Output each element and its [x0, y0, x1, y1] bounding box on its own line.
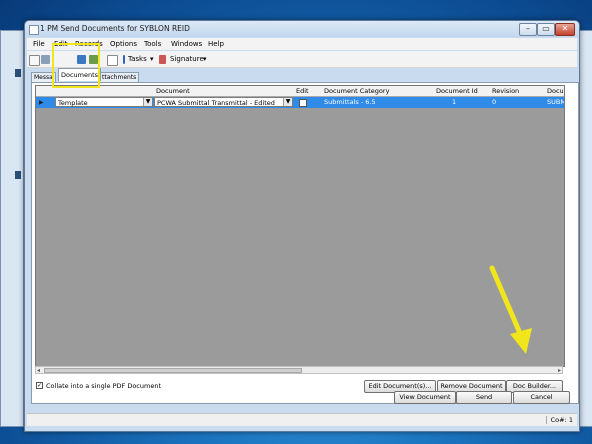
title-bar[interactable]: 1 PM Send Documents for SYBLON REID – ▭ …	[25, 21, 579, 37]
scroll-left-icon[interactable]: ◂	[37, 367, 40, 374]
template-value: Template	[58, 99, 88, 107]
column-header-document-id[interactable]: Document Id	[436, 87, 478, 95]
table-row[interactable]: ▶ Template ▼ PCWA Submittal Transmittal …	[36, 97, 564, 108]
annotation-arrow	[489, 265, 532, 354]
row-indicator-icon: ▶	[39, 99, 44, 106]
app-icon	[29, 25, 39, 35]
tasks-icon	[123, 55, 125, 64]
company-number: Co#: 1	[545, 416, 573, 424]
column-header-edit[interactable]: Edit	[296, 87, 309, 95]
new-document-icon[interactable]	[29, 55, 40, 66]
tab-attachments[interactable]: ttachments	[99, 72, 140, 82]
status-bar: Co#: 1	[27, 413, 577, 426]
document-select[interactable]: PCWA Submittal Transmittal - Edited ▼	[154, 97, 293, 107]
revision-cell: 0	[492, 98, 497, 106]
send-button[interactable]: Send	[456, 391, 512, 404]
column-header-docu[interactable]: Docu	[547, 87, 564, 95]
tasks-menu[interactable]: Tasks	[128, 55, 147, 63]
menu-tools[interactable]: Tools	[144, 40, 161, 48]
scroll-right-icon[interactable]: ▸	[558, 367, 561, 374]
signature-icon	[159, 55, 166, 64]
menu-bar: File Edit Records Options Tools Windows …	[27, 38, 577, 50]
signature-menu[interactable]: Signature	[170, 55, 204, 63]
minimize-button[interactable]: –	[519, 23, 537, 36]
maximize-button[interactable]: ▭	[537, 23, 555, 36]
chevron-down-icon[interactable]: ▼	[143, 98, 152, 106]
menu-file[interactable]: File	[33, 40, 45, 48]
scrollbar-thumb[interactable]	[44, 368, 302, 373]
page-icon[interactable]	[107, 55, 118, 66]
open-icon[interactable]	[41, 55, 50, 64]
docu-cell: SUBMI	[547, 98, 564, 106]
column-header-document[interactable]: Document	[156, 87, 190, 95]
background-window-mark	[15, 69, 21, 77]
column-header-revision[interactable]: Revision	[492, 87, 519, 95]
column-header-document-category[interactable]: Document Category	[324, 87, 389, 95]
menu-help[interactable]: Help	[208, 40, 224, 48]
close-button[interactable]: ✕	[555, 23, 575, 36]
annotation-highlight-box	[52, 43, 100, 88]
signature-dropdown-arrow[interactable]: ▾	[203, 55, 207, 63]
chevron-down-icon[interactable]: ▼	[283, 98, 292, 106]
background-window-left	[0, 30, 24, 427]
cancel-button[interactable]: Cancel	[513, 391, 570, 404]
view-document-button[interactable]: View Document	[394, 391, 456, 404]
send-documents-window: 1 PM Send Documents for SYBLON REID – ▭ …	[24, 20, 580, 432]
document-value: PCWA Submittal Transmittal - Edited	[157, 99, 275, 107]
collate-checkbox[interactable]: ✓	[36, 382, 43, 389]
menu-windows[interactable]: Windows	[171, 40, 202, 48]
grid-header: Document Edit Document Category Document…	[36, 86, 564, 97]
horizontal-scrollbar[interactable]: ◂ ▸	[35, 366, 563, 374]
document-id-cell: 1	[452, 98, 457, 106]
edit-checkbox[interactable]	[299, 99, 307, 107]
menu-options[interactable]: Options	[110, 40, 137, 48]
collate-label: Collate into a single PDF Document	[46, 382, 162, 390]
template-select[interactable]: Template ▼	[55, 97, 153, 107]
toolbar: Tasks ▾ Signature ▾	[27, 51, 577, 68]
background-window-mark	[15, 171, 21, 179]
window-title: 1 PM Send Documents for SYBLON REID	[40, 24, 190, 33]
document-category-cell: Submittals - 6.5	[324, 98, 376, 106]
tasks-dropdown-arrow[interactable]: ▾	[150, 55, 154, 63]
